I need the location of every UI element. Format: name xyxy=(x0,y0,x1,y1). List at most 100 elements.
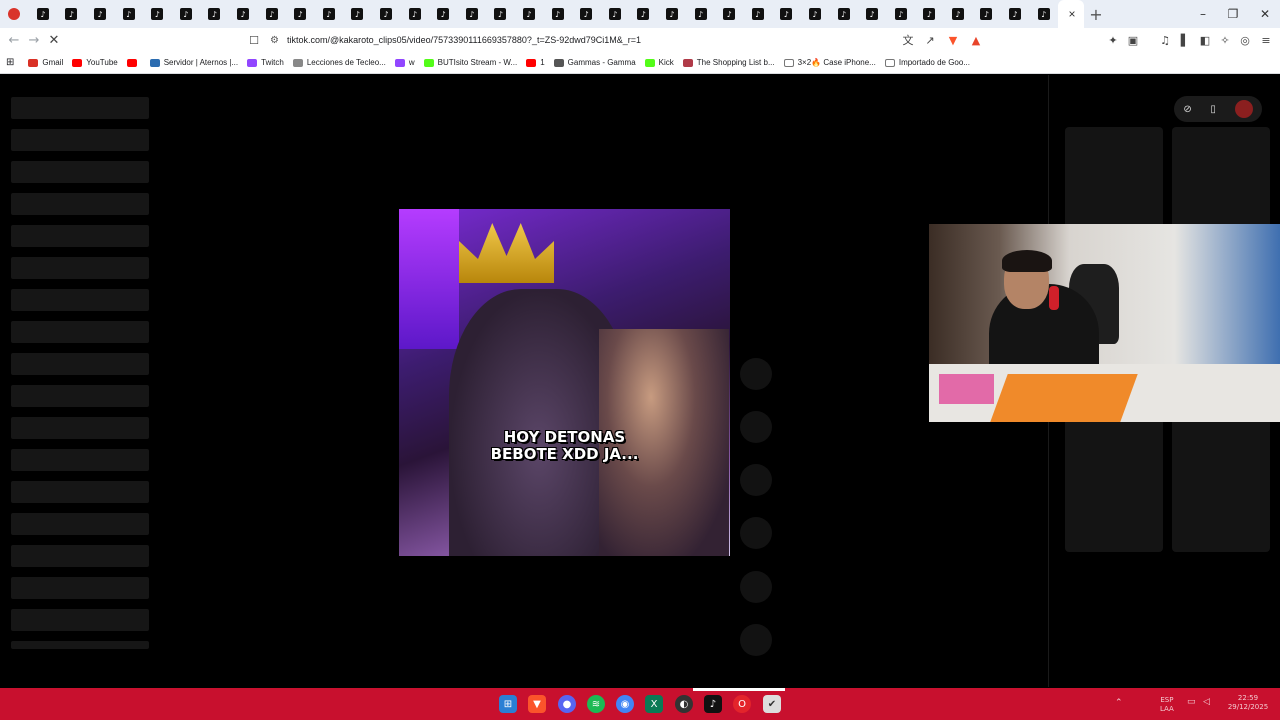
maximize-button[interactable]: ❐ xyxy=(1218,0,1248,28)
bookmark-item[interactable]: Gammas - Gamma xyxy=(553,58,636,67)
browser-tab[interactable]: ♪ xyxy=(772,0,801,28)
browser-tab[interactable]: ♪ xyxy=(57,0,86,28)
browser-tab[interactable]: ♪ xyxy=(229,0,258,28)
bookmark-item[interactable]: Importado de Goo... xyxy=(884,58,970,67)
browser-tab[interactable]: × xyxy=(1057,0,1084,28)
browser-tab[interactable]: ♪ xyxy=(143,0,172,28)
bookmark-item[interactable] xyxy=(126,58,141,67)
browser-tab[interactable]: ♪ xyxy=(315,0,344,28)
clock[interactable]: 22:59 29/12/2025 xyxy=(1222,694,1274,712)
menu-icon[interactable]: ≡ xyxy=(1258,32,1274,48)
bookmark-icon[interactable]: ☐ xyxy=(246,32,262,48)
brave-browser-icon[interactable]: ▼ xyxy=(528,695,546,713)
browser-tab[interactable]: ♪ xyxy=(829,0,858,28)
brave-shields-icon[interactable]: ▼ xyxy=(945,32,961,48)
bookmark-item[interactable]: 3×2🔥 Case iPhone... xyxy=(783,58,876,67)
tray-overflow-icon[interactable]: ⌃ xyxy=(1115,699,1123,708)
browser-tab[interactable]: ♪ xyxy=(343,0,372,28)
opera-icon[interactable]: O xyxy=(733,695,751,713)
wallet-icon[interactable]: ◧ xyxy=(1197,32,1213,48)
app-icon[interactable]: ✔ xyxy=(763,695,781,713)
browser-tab[interactable]: ♪ xyxy=(372,0,401,28)
site-settings-icon[interactable]: ⚙ xyxy=(270,35,279,46)
browser-tab[interactable]: ♪ xyxy=(600,0,629,28)
browser-tab[interactable]: ♪ xyxy=(743,0,772,28)
browser-tab[interactable]: ♪ xyxy=(86,0,115,28)
browser-tab[interactable]: ♪ xyxy=(458,0,487,28)
browser-tab[interactable]: ♪ xyxy=(29,0,58,28)
back-button[interactable]: ← xyxy=(4,30,24,50)
browser-tab[interactable]: ♪ xyxy=(658,0,687,28)
bookmark-item[interactable]: YouTube xyxy=(72,58,118,67)
bookmark-item[interactable]: BUTIsito Stream - W... xyxy=(423,58,517,67)
close-window-button[interactable]: ✕ xyxy=(1250,0,1280,28)
browser-tab[interactable]: ♪ xyxy=(543,0,572,28)
bookmark-item[interactable]: 1 xyxy=(526,58,545,67)
new-tab-button[interactable]: + xyxy=(1084,5,1108,24)
browser-tab[interactable]: ♪ xyxy=(915,0,944,28)
share-icon[interactable]: ↗ xyxy=(922,32,938,48)
apps-icon[interactable]: ⊞ xyxy=(6,57,14,68)
browser-tab[interactable]: ♪ xyxy=(801,0,830,28)
bookmark-item[interactable]: The Shopping List b... xyxy=(682,58,775,67)
browser-tab[interactable]: ♪ xyxy=(257,0,286,28)
save-button[interactable] xyxy=(740,464,772,496)
tab-search-icon[interactable]: ▣ xyxy=(1125,32,1141,48)
translate-icon[interactable]: 文 xyxy=(900,32,916,48)
minimize-button[interactable]: – xyxy=(1188,0,1218,28)
extensions-icon[interactable]: ✦ xyxy=(1105,32,1121,48)
address-bar[interactable]: ⚙ tiktok.com/@kakaroto_clips05/video/757… xyxy=(270,30,990,50)
chrome-icon[interactable]: ◉ xyxy=(616,695,634,713)
avatar[interactable] xyxy=(1234,100,1253,118)
browser-tab[interactable]: ♪ xyxy=(944,0,973,28)
browser-tab[interactable]: ♪ xyxy=(858,0,887,28)
browser-tab[interactable]: ♪ xyxy=(1001,0,1030,28)
bookmark-item[interactable]: Twitch xyxy=(247,58,284,67)
comment-button[interactable] xyxy=(740,411,772,443)
browser-tab[interactable]: ♪ xyxy=(629,0,658,28)
browser-tab[interactable]: ♪ xyxy=(172,0,201,28)
brave-rewards-icon[interactable]: ▲ xyxy=(968,32,984,48)
browser-tab[interactable]: ♪ xyxy=(486,0,515,28)
compass-icon[interactable]: ⊘ xyxy=(1183,104,1191,115)
bookmark-item[interactable]: w xyxy=(394,58,415,67)
url-text[interactable]: tiktok.com/@kakaroto_clips05/video/75733… xyxy=(287,35,641,45)
excel-icon[interactable]: X xyxy=(645,695,663,713)
close-tab-icon[interactable]: × xyxy=(1068,7,1075,21)
spotify-icon[interactable]: ≋ xyxy=(587,695,605,713)
like-button[interactable] xyxy=(740,358,772,390)
more-button[interactable] xyxy=(740,624,772,656)
browser-tab[interactable]: ♪ xyxy=(400,0,429,28)
browser-tab[interactable]: ♪ xyxy=(572,0,601,28)
browser-tab[interactable]: ♪ xyxy=(972,0,1001,28)
browser-tab[interactable] xyxy=(0,0,29,28)
leo-ai-icon[interactable]: ✧ xyxy=(1217,32,1233,48)
share-button[interactable] xyxy=(740,517,772,549)
video-player[interactable]: HOY DETONAS BEBOTE XDD JA... xyxy=(399,209,730,556)
bookmark-item[interactable]: Lecciones de Tecleo... xyxy=(292,58,386,67)
discord-icon[interactable]: ● xyxy=(558,695,576,713)
browser-tab[interactable]: ♪ xyxy=(715,0,744,28)
sidebar-icon[interactable]: ▌ xyxy=(1177,32,1193,48)
music-button[interactable] xyxy=(740,571,772,603)
browser-tab[interactable]: ♪ xyxy=(886,0,915,28)
forward-button[interactable]: → xyxy=(24,30,44,50)
tiktok-icon[interactable]: ♪ xyxy=(704,695,722,713)
stop-loading-button[interactable]: ✕ xyxy=(44,30,64,50)
network-icon[interactable]: ▭ xyxy=(1187,698,1196,707)
media-controls-icon[interactable]: ♫ xyxy=(1157,32,1173,48)
obs-icon[interactable]: ◐ xyxy=(675,695,693,713)
phone-icon[interactable]: ▯ xyxy=(1210,104,1216,115)
browser-tab[interactable]: ♪ xyxy=(429,0,458,28)
volume-icon[interactable]: ◁ xyxy=(1203,698,1210,707)
browser-tab[interactable]: ♪ xyxy=(515,0,544,28)
language-indicator[interactable]: ESP LAA xyxy=(1160,696,1174,714)
browser-tab[interactable]: ♪ xyxy=(686,0,715,28)
browser-tab[interactable]: ♪ xyxy=(114,0,143,28)
start-menu-icon[interactable]: ⊞ xyxy=(499,695,517,713)
vpn-icon[interactable]: ◎ xyxy=(1237,32,1253,48)
browser-tab[interactable]: ♪ xyxy=(200,0,229,28)
bookmark-item[interactable]: Gmail xyxy=(28,58,63,67)
bookmark-item[interactable]: Kick xyxy=(644,58,674,67)
browser-tab[interactable]: ♪ xyxy=(1029,0,1058,28)
